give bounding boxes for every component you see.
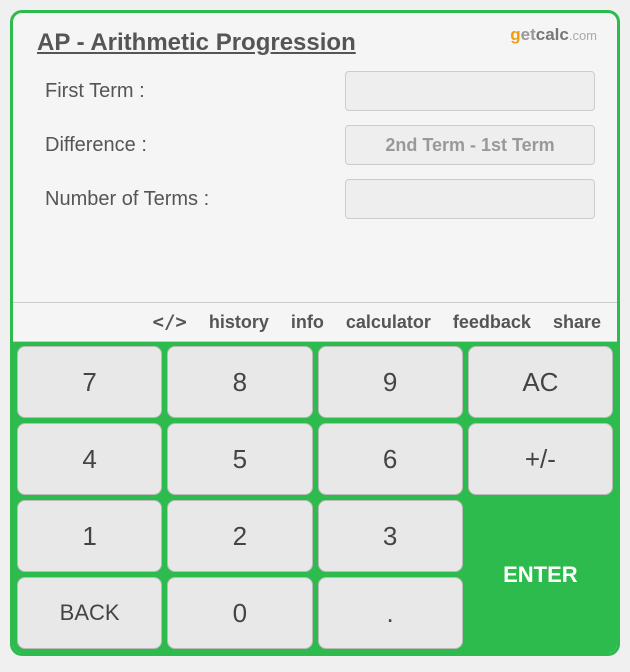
key-1[interactable]: 1 bbox=[17, 500, 162, 572]
form-panel: AP - Arithmetic Progression getcalc.com … bbox=[13, 13, 617, 303]
row-difference: Difference : bbox=[37, 125, 593, 165]
key-2[interactable]: 2 bbox=[167, 500, 312, 572]
key-plus-minus[interactable]: +/- bbox=[468, 423, 613, 495]
key-dot[interactable]: . bbox=[318, 577, 463, 649]
key-4[interactable]: 4 bbox=[17, 423, 162, 495]
key-9[interactable]: 9 bbox=[318, 346, 463, 418]
tab-calculator[interactable]: calculator bbox=[346, 312, 431, 333]
label-difference: Difference : bbox=[45, 134, 345, 157]
key-back[interactable]: BACK bbox=[17, 577, 162, 649]
label-first-term: First Term : bbox=[45, 80, 345, 103]
tab-code[interactable]: </> bbox=[153, 311, 187, 333]
key-6[interactable]: 6 bbox=[318, 423, 463, 495]
brand-logo: getcalc.com bbox=[510, 25, 597, 45]
tab-feedback[interactable]: feedback bbox=[453, 312, 531, 333]
label-num-terms: Number of Terms : bbox=[45, 188, 345, 211]
key-7[interactable]: 7 bbox=[17, 346, 162, 418]
tab-history[interactable]: history bbox=[209, 312, 269, 333]
key-5[interactable]: 5 bbox=[167, 423, 312, 495]
calculator-container: AP - Arithmetic Progression getcalc.com … bbox=[10, 10, 620, 656]
input-difference[interactable] bbox=[345, 125, 595, 165]
key-3[interactable]: 3 bbox=[318, 500, 463, 572]
key-ac[interactable]: AC bbox=[468, 346, 613, 418]
tab-share[interactable]: share bbox=[553, 312, 601, 333]
tab-info[interactable]: info bbox=[291, 312, 324, 333]
row-num-terms: Number of Terms : bbox=[37, 179, 593, 219]
row-first-term: First Term : bbox=[37, 71, 593, 111]
key-enter[interactable]: ENTER bbox=[468, 500, 613, 649]
input-num-terms[interactable] bbox=[345, 179, 595, 219]
keypad: 7 8 9 AC 4 5 6 +/- 1 2 3 ENTER BACK 0 . bbox=[13, 342, 617, 653]
key-0[interactable]: 0 bbox=[167, 577, 312, 649]
key-8[interactable]: 8 bbox=[167, 346, 312, 418]
tabs-bar: </> history info calculator feedback sha… bbox=[13, 303, 617, 342]
input-first-term[interactable] bbox=[345, 71, 595, 111]
